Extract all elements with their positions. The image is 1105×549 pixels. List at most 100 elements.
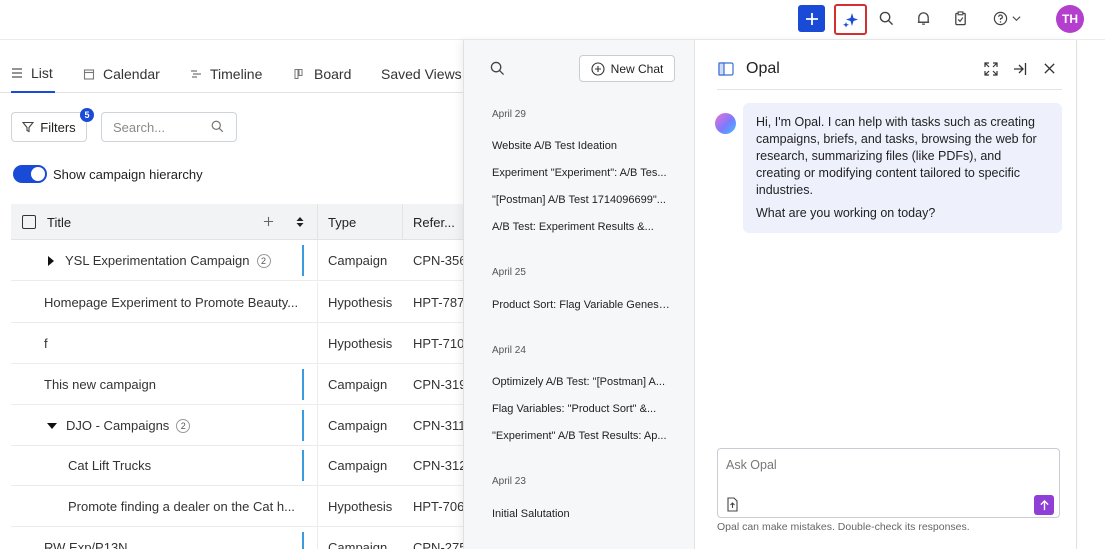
- tab-timeline[interactable]: Timeline: [190, 55, 262, 93]
- header-divider: [717, 89, 1062, 90]
- row-reference: HPT-710: [413, 336, 465, 351]
- collapse-panel-icon[interactable]: [1013, 62, 1027, 76]
- campaign-indicator: [302, 450, 304, 481]
- send-button[interactable]: [1034, 495, 1054, 515]
- caret-right-icon[interactable]: [47, 255, 55, 266]
- bell-icon: [917, 12, 930, 25]
- table-row[interactable]: Promote finding a dealer on the Cat h...…: [11, 486, 471, 527]
- column-divider: [317, 240, 318, 281]
- search-input[interactable]: Search...: [101, 112, 237, 142]
- row-title[interactable]: Homepage Experiment to Promote Beauty...: [44, 282, 298, 323]
- search-icon: [211, 120, 224, 133]
- campaign-indicator: [302, 369, 304, 400]
- row-type: Campaign: [328, 418, 388, 433]
- tab-board[interactable]: Board: [294, 55, 351, 93]
- hierarchy-toggle-label: Show campaign hierarchy: [53, 167, 203, 182]
- row-reference: CPN-275: [413, 540, 467, 549]
- history-item[interactable]: Flag Variables: "Product Sort" &...: [492, 403, 670, 415]
- header-reference[interactable]: Refer...: [413, 204, 455, 240]
- history-item[interactable]: Initial Salutation: [492, 508, 670, 520]
- table-row[interactable]: f Hypothesis HPT-710: [11, 323, 471, 364]
- chat-input[interactable]: Ask Opal: [717, 448, 1060, 518]
- column-divider: [317, 445, 318, 486]
- attach-file-icon[interactable]: [726, 497, 739, 512]
- tab-label: Calendar: [103, 66, 160, 82]
- row-title: YSL Experimentation Campaign: [65, 253, 250, 268]
- notifications-button[interactable]: [910, 5, 937, 32]
- close-icon[interactable]: [1043, 62, 1056, 75]
- history-item[interactable]: Product Sort: Flag Variable Genesi...: [492, 299, 670, 311]
- calendar-icon: [83, 69, 95, 80]
- row-title[interactable]: Promote finding a dealer on the Cat h...: [68, 486, 295, 527]
- campaign-indicator: [302, 532, 304, 549]
- column-divider: [317, 323, 318, 364]
- table-row[interactable]: YSL Experimentation Campaign 2 Campaign …: [11, 240, 471, 281]
- hierarchy-toggle[interactable]: [13, 165, 47, 183]
- global-search-button[interactable]: [873, 5, 900, 32]
- tab-saved-views[interactable]: Saved Views: [381, 55, 462, 93]
- table-row[interactable]: Homepage Experiment to Promote Beauty...…: [11, 282, 471, 323]
- tab-calendar[interactable]: Calendar: [83, 55, 160, 93]
- filters-button[interactable]: Filters: [11, 112, 87, 142]
- chat-area: Opal Hi, I'm Opal. I can help with tasks…: [695, 40, 1078, 549]
- table-row[interactable]: DJO - Campaigns 2 Campaign CPN-311: [11, 405, 471, 446]
- header-title[interactable]: Title: [47, 204, 71, 240]
- user-avatar[interactable]: TH: [1056, 5, 1084, 33]
- row-title[interactable]: f: [44, 323, 48, 364]
- sidebar-toggle-icon[interactable]: [718, 62, 734, 76]
- row-reference: HPT-787: [413, 295, 465, 310]
- opal-avatar: [715, 113, 736, 134]
- table-row[interactable]: RW Exp/P13N Campaign CPN-275: [11, 527, 471, 549]
- column-divider: [317, 405, 318, 446]
- tab-list[interactable]: List: [11, 55, 55, 93]
- tab-label: Board: [314, 66, 352, 82]
- history-item[interactable]: Experiment "Experiment": A/B Tes...: [492, 167, 670, 179]
- row-type: Hypothesis: [328, 295, 393, 310]
- sort-icon[interactable]: [295, 216, 305, 228]
- history-item[interactable]: "[Postman] A/B Test 1714096699"...: [492, 194, 670, 206]
- row-type: Campaign: [328, 253, 388, 268]
- tab-label: Saved Views: [381, 66, 462, 82]
- table-row[interactable]: This new campaign Campaign CPN-319: [11, 364, 471, 405]
- row-title[interactable]: RW Exp/P13N: [44, 527, 128, 549]
- row-title[interactable]: This new campaign: [44, 364, 156, 405]
- column-divider: [317, 527, 318, 549]
- row-reference: HPT-706: [413, 499, 465, 514]
- expand-icon[interactable]: [984, 62, 998, 76]
- message-question: What are you working on today?: [756, 206, 936, 220]
- add-column-icon[interactable]: [263, 216, 274, 227]
- plus-circle-icon: [591, 61, 605, 76]
- history-date: April 24: [492, 345, 526, 356]
- row-reference: CPN-356: [413, 253, 467, 268]
- tasks-button[interactable]: [947, 5, 974, 32]
- history-date: April 25: [492, 267, 526, 278]
- history-item[interactable]: Optimizely A/B Test: "[Postman] A...: [492, 376, 670, 388]
- tab-label: List: [31, 65, 53, 81]
- caret-down-icon[interactable]: [47, 422, 57, 430]
- row-title-cell[interactable]: DJO - Campaigns 2: [47, 405, 191, 446]
- row-title[interactable]: Cat Lift Trucks: [68, 445, 151, 486]
- create-button[interactable]: [798, 5, 825, 32]
- select-all-checkbox[interactable]: [22, 215, 36, 229]
- arrow-up-icon: [1039, 499, 1049, 510]
- search-icon[interactable]: [490, 61, 505, 76]
- disclaimer-text: Opal can make mistakes. Double-check its…: [717, 521, 970, 533]
- header-type[interactable]: Type: [328, 204, 356, 240]
- table-row[interactable]: Cat Lift Trucks Campaign CPN-312: [11, 445, 471, 486]
- help-menu-button[interactable]: [987, 5, 1027, 32]
- chat-history-sidebar: New Chat April 29 Website A/B Test Ideat…: [464, 40, 695, 549]
- history-item[interactable]: "Experiment" A/B Test Results: Ap...: [492, 430, 670, 442]
- opal-ai-button[interactable]: [834, 4, 867, 35]
- help-icon: [993, 11, 1007, 26]
- column-divider: [402, 204, 403, 240]
- chat-title: Opal: [746, 60, 780, 77]
- history-item[interactable]: Website A/B Test Ideation: [492, 140, 670, 152]
- board-icon: [294, 69, 303, 79]
- row-title-cell[interactable]: YSL Experimentation Campaign 2: [47, 240, 271, 281]
- new-chat-button[interactable]: New Chat: [579, 55, 675, 82]
- view-tabs: List Calendar Timeline Board Saved Views: [0, 55, 470, 93]
- assistant-message: Hi, I'm Opal. I can help with tasks such…: [743, 103, 1062, 233]
- sparkle-icon: [842, 12, 858, 28]
- column-divider: [317, 486, 318, 527]
- history-item[interactable]: A/B Test: Experiment Results &...: [492, 221, 670, 233]
